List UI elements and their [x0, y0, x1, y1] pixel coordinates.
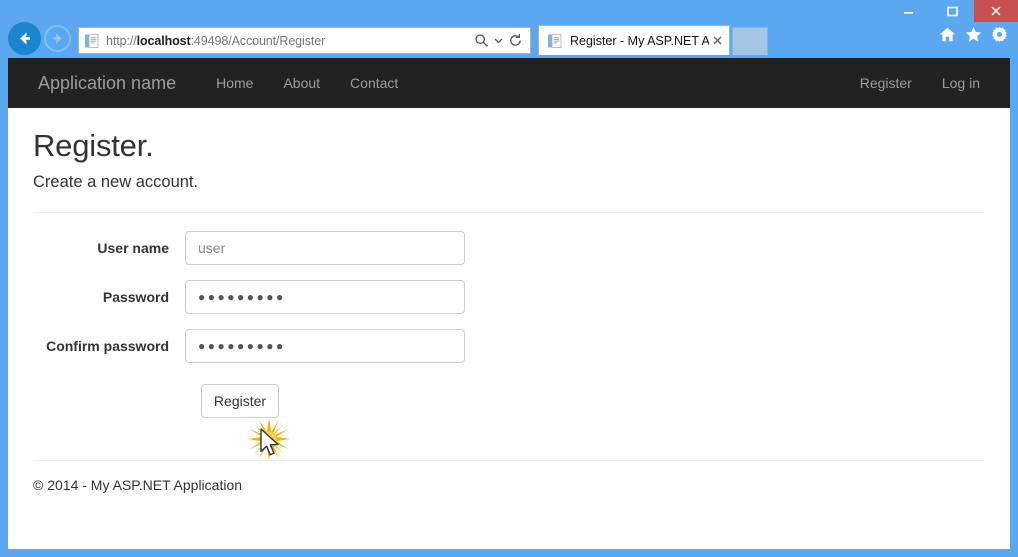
back-button[interactable]: [8, 22, 41, 55]
window-controls: [886, 0, 1018, 22]
home-button[interactable]: [939, 26, 956, 43]
site-navbar: Application name Home About Contact Regi…: [8, 58, 1010, 108]
confirm-password-masked-value: ●●●●●●●●●: [198, 339, 286, 353]
address-dropdown-button[interactable]: [492, 30, 504, 52]
nav-link-home[interactable]: Home: [201, 58, 268, 108]
favorites-star-icon: [965, 27, 982, 42]
forward-button[interactable]: [44, 25, 71, 52]
label-password: Password: [102, 289, 169, 305]
form-row-submit: Register: [23, 384, 995, 418]
navbar-left-links: Home About Contact: [201, 58, 413, 108]
page-document-icon: [85, 33, 99, 48]
nav-link-login[interactable]: Log in: [927, 58, 995, 108]
arrow-right-icon: [53, 33, 62, 44]
page-footer: © 2014 - My ASP.NET Application: [33, 477, 243, 493]
maximize-icon: [946, 6, 958, 16]
window-close-button[interactable]: [974, 0, 1018, 22]
nav-link-contact[interactable]: Contact: [335, 58, 413, 108]
arrow-left-icon: [20, 32, 30, 45]
divider-footer: [33, 460, 985, 461]
navbar-brand[interactable]: Application name: [23, 73, 191, 94]
address-bar[interactable]: http://localhost:49498/Account/Register: [78, 27, 531, 54]
form-row-password: Password ●●●●●●●●●: [23, 280, 995, 314]
input-confirm-password[interactable]: ●●●●●●●●●: [185, 329, 465, 363]
tab-title: Register - My ASP.NET App…: [570, 33, 709, 48]
tab-close-button[interactable]: [709, 33, 725, 49]
close-icon: [991, 6, 1001, 16]
label-confirm-password: Confirm password: [46, 338, 169, 354]
page-viewport: Application name Home About Contact Regi…: [8, 58, 1010, 549]
address-search-button[interactable]: [470, 30, 492, 52]
chevron-down-icon: [494, 38, 502, 44]
nav-link-register[interactable]: Register: [845, 58, 927, 108]
home-icon: [940, 27, 955, 42]
refresh-button[interactable]: [504, 30, 526, 52]
settings-button[interactable]: [991, 26, 1008, 43]
form-row-username: User name user: [23, 231, 995, 265]
browser-window: http://localhost:49498/Account/Register: [0, 0, 1018, 557]
page-document-icon: [548, 33, 562, 48]
divider-top: [33, 212, 985, 213]
page-subtitle: Create a new account.: [33, 173, 199, 191]
favorites-button[interactable]: [965, 26, 982, 43]
new-tab-button[interactable]: [732, 27, 768, 55]
search-icon: [474, 34, 488, 47]
minimize-icon: [903, 11, 913, 14]
input-username[interactable]: user: [185, 231, 465, 265]
browser-command-icons: [939, 26, 1008, 43]
nav-link-about[interactable]: About: [268, 58, 335, 108]
browser-toolbar: http://localhost:49498/Account/Register: [0, 22, 1018, 58]
navbar-right-links: Register Log in: [845, 58, 995, 108]
password-masked-value: ●●●●●●●●●: [198, 290, 286, 304]
register-form: User name user Password ●●●●●●●●● Confir…: [23, 231, 995, 418]
input-password[interactable]: ●●●●●●●●●: [185, 280, 465, 314]
window-maximize-button[interactable]: [930, 0, 974, 22]
browser-tab-active[interactable]: Register - My ASP.NET App…: [538, 25, 730, 55]
form-row-confirm-password: Confirm password ●●●●●●●●●: [23, 329, 995, 363]
window-minimize-button[interactable]: [886, 0, 930, 22]
url-text: http://localhost:49498/Account/Register: [106, 33, 326, 48]
settings-gear-icon: [992, 26, 1007, 42]
page-title: Register.: [33, 128, 154, 163]
label-username: User name: [97, 240, 169, 256]
close-icon: [713, 36, 721, 45]
page-container: Register. Create a new account. User nam…: [8, 128, 1010, 493]
register-submit-button[interactable]: Register: [201, 384, 279, 418]
refresh-icon: [509, 33, 521, 46]
